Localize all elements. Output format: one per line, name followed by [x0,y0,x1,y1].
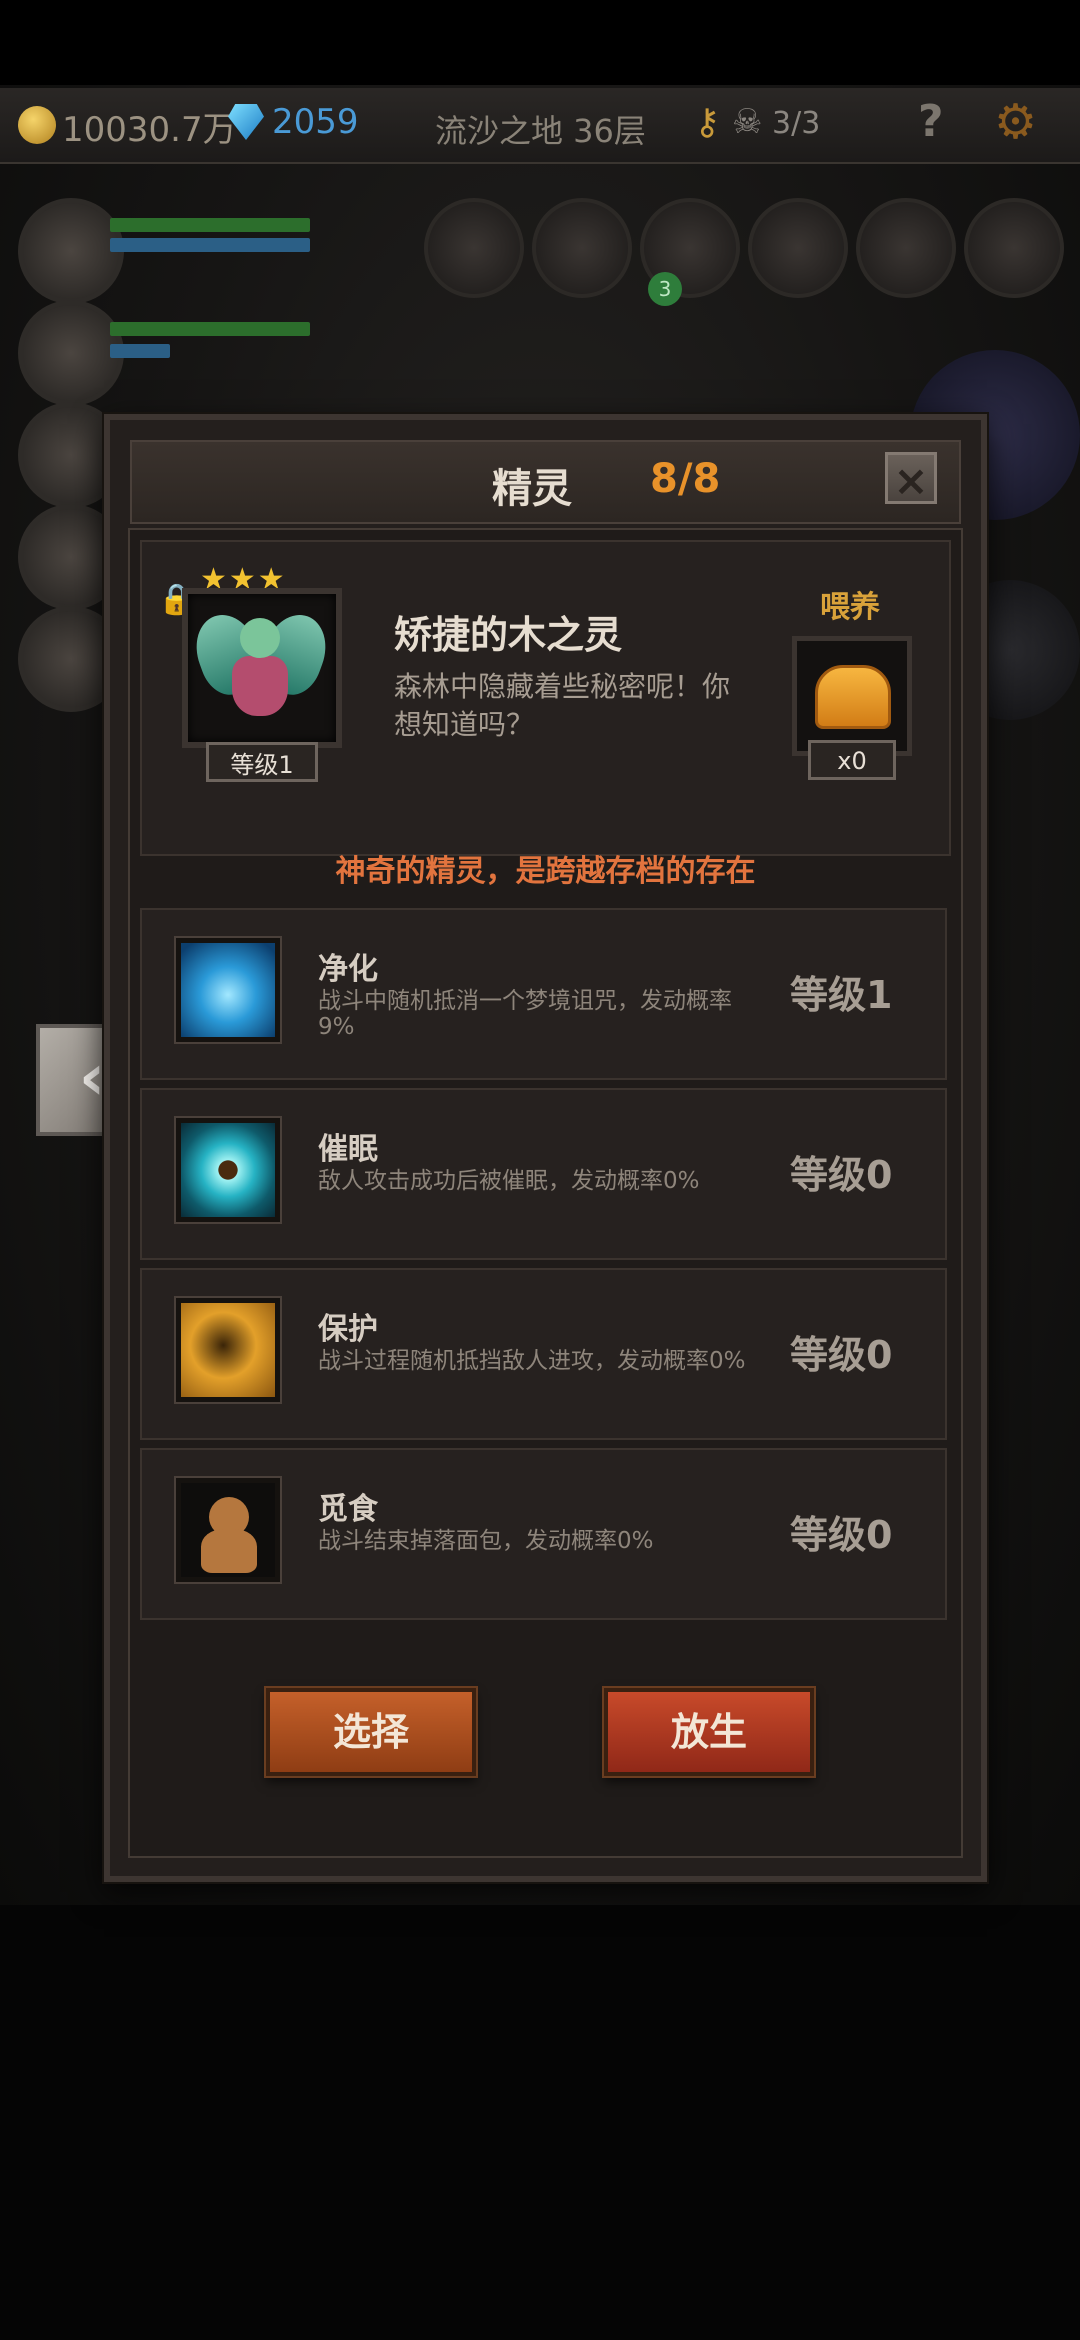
skill-level: 等级0 [790,1513,893,1557]
spirit-portrait [182,588,342,748]
spirit-description: 森林中隐藏着些秘密呢！你想知道吗？ [394,670,731,741]
release-button[interactable]: 放生 [604,1688,814,1776]
item-slot-spirit[interactable] [856,198,956,298]
top-hud: 10030.7万 2059 流沙之地 36层 ⚷ ☠ 3/3 ? ⚙ [0,88,1080,164]
select-button[interactable]: 选择 [266,1688,476,1776]
skill-level: 等级0 [790,1153,893,1197]
gold-amount: 10030.7万 [62,110,237,150]
spirit-level-badge: 等级1 [206,742,318,782]
skill-description: 战斗过程随机抵挡敌人进攻，发动概率0% [318,1348,746,1374]
hero-mp-bar-1 [110,238,310,252]
spirit-name: 矫捷的木之灵 [394,613,623,657]
skill-name: 觅食 [318,1492,378,1527]
hero-hp-bar-2 [110,322,310,336]
spirit-info-panel: 🔒 ★★★ 等级1 矫捷的木之灵 森林中隐藏着些秘密呢！你想知道吗？ 喂养 x0 [140,540,951,856]
fairy-shield-icon [176,1298,280,1402]
bell-count-badge: 3 [648,272,682,306]
skill-level: 等级0 [790,1333,893,1377]
skill-row-purify[interactable]: 净化 战斗中随机抵消一个梦境诅咒，发动概率9% 等级1 [140,908,947,1080]
skill-row-protect[interactable]: 保护 战斗过程随机抵挡敌人进攻，发动概率0% 等级0 [140,1268,947,1440]
fairy-head [240,618,280,658]
eye-icon [176,1118,280,1222]
skill-level: 等级1 [790,973,893,1017]
status-bar-area [0,0,1080,85]
skill-list: 净化 战斗中随机抵消一个梦境诅咒，发动概率9% 等级1 催眠 敌人攻击成功后被催… [140,908,947,1628]
skill-description: 敌人攻击成功后被催眠，发动概率0% [318,1168,700,1194]
skill-row-forage[interactable]: 觅食 战斗结束掉落面包，发动概率0% 等级0 [140,1448,947,1620]
hero-avatar-1[interactable] [18,198,124,304]
key-icon: ⚷ [694,102,721,143]
skill-name: 保护 [318,1312,378,1347]
settings-gear-icon[interactable]: ⚙ [994,94,1037,150]
skill-description: 战斗中随机抵消一个梦境诅咒，发动概率9% [318,988,732,1040]
skill-name: 催眠 [318,1132,378,1167]
gold-coin-icon [18,106,56,144]
spirit-tagline: 神奇的精灵，是跨越存档的存在 [335,854,756,889]
gingerbread-man-icon [176,1478,280,1582]
skill-name: 净化 [318,952,378,987]
hero-mp-bar-2 [110,344,170,358]
item-slot-pumpkin[interactable] [532,198,632,298]
close-button[interactable]: × [885,452,937,505]
feed-slot[interactable] [792,636,912,756]
skull-icon: ☠ [732,102,763,142]
feed-label: 喂养 [820,590,880,625]
item-slot-feather[interactable] [424,198,524,298]
spirit-dialog: 精灵 8/8 × 🔒 ★★★ 等级1 矫捷的木之灵 森林中隐藏着些秘密呢！你想知… [104,414,987,1882]
gem-amount: 2059 [272,102,359,142]
skull-count: 3/3 [772,106,821,141]
fairy-body [232,656,288,716]
floor-label: 流沙之地 36层 [435,112,646,150]
item-slot-beast[interactable] [748,198,848,298]
spirit-count: 8/8 [650,456,721,502]
bread-count: x0 [808,740,896,780]
help-button[interactable]: ? [918,96,944,147]
skill-description: 战斗结束掉落面包，发动概率0% [318,1528,654,1554]
item-slot-carrot[interactable] [964,198,1064,298]
dialog-title: 精灵 [492,466,572,512]
hero-avatar-2[interactable] [18,300,124,406]
bread-icon [815,665,891,729]
gingerbread-body [201,1529,257,1573]
skill-row-hypnosis[interactable]: 催眠 敌人攻击成功后被催眠，发动概率0% 等级0 [140,1088,947,1260]
blue-flower-icon [176,938,280,1042]
hero-hp-bar-1 [110,218,310,232]
dialog-title-bar: 精灵 8/8 [130,440,961,524]
